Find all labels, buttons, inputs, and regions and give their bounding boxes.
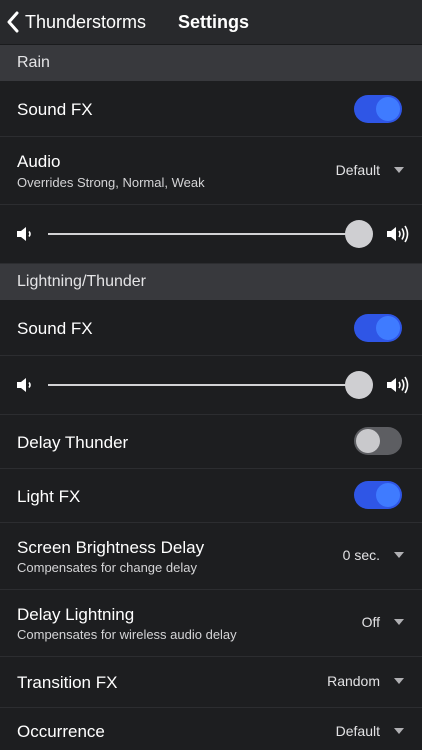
volume-low-icon bbox=[17, 227, 31, 241]
rain-volume-track[interactable] bbox=[48, 233, 360, 235]
caret-down-icon bbox=[394, 678, 404, 684]
delay-lightning-select[interactable]: Off bbox=[362, 614, 404, 630]
row-light-fx: Light FX bbox=[0, 469, 422, 523]
lightning-volume-track[interactable] bbox=[48, 384, 360, 386]
row-label: Light FX bbox=[17, 487, 81, 506]
back-button[interactable]: Thunderstorms bbox=[6, 8, 146, 36]
toggle-knob bbox=[376, 316, 400, 340]
row-occurrence[interactable]: Occurrence Default bbox=[0, 708, 422, 750]
row-label: Sound FX bbox=[17, 100, 93, 119]
select-value: Default bbox=[335, 162, 380, 178]
row-label: Sound FX bbox=[17, 319, 93, 338]
row-subtitle: Compensates for wireless audio delay bbox=[17, 627, 237, 642]
caret-down-icon bbox=[394, 167, 404, 173]
caret-down-icon bbox=[394, 728, 404, 734]
select-value: Random bbox=[327, 673, 380, 689]
light-fx-toggle[interactable] bbox=[354, 481, 402, 509]
select-value: 0 sec. bbox=[342, 547, 380, 563]
transition-fx-select[interactable]: Random bbox=[327, 673, 404, 689]
rain-sound-fx-toggle[interactable] bbox=[354, 95, 402, 123]
row-subtitle: Compensates for change delay bbox=[17, 560, 197, 575]
rain-audio-select[interactable]: Default bbox=[336, 162, 404, 178]
page-title: Settings bbox=[178, 12, 250, 32]
volume-high-icon bbox=[387, 376, 409, 394]
volume-high-icon bbox=[387, 225, 409, 243]
row-lightning-sound-fx: Sound FX bbox=[0, 300, 422, 356]
chevron-left-icon bbox=[7, 11, 19, 33]
row-screen-brightness-delay[interactable]: Screen Brightness Delay Compensates for … bbox=[0, 523, 422, 590]
toggle-knob bbox=[356, 429, 380, 453]
row-label: Delay Thunder bbox=[17, 433, 129, 452]
section-title: Lightning/Thunder bbox=[17, 273, 146, 290]
row-delay-lightning[interactable]: Delay Lightning Compensates for wireless… bbox=[0, 590, 422, 657]
row-delay-thunder: Delay Thunder bbox=[0, 415, 422, 469]
row-rain-audio[interactable]: Audio Overrides Strong, Normal, Weak Def… bbox=[0, 137, 422, 205]
row-label: Transition FX bbox=[17, 673, 118, 692]
lightning-sound-fx-toggle[interactable] bbox=[354, 314, 402, 342]
caret-down-icon bbox=[394, 619, 404, 625]
select-value: Default bbox=[335, 723, 380, 739]
section-header-lightning: Lightning/Thunder bbox=[0, 264, 422, 300]
row-lightning-volume bbox=[0, 356, 422, 415]
section-header-rain: Rain bbox=[0, 45, 422, 81]
row-rain-sound-fx: Sound FX bbox=[0, 81, 422, 137]
select-value: Off bbox=[361, 614, 380, 630]
back-label: Thunderstorms bbox=[25, 11, 147, 32]
section-title: Rain bbox=[17, 54, 50, 71]
toggle-knob bbox=[376, 97, 400, 121]
lightning-volume-slider[interactable] bbox=[345, 371, 373, 399]
screen-brightness-delay-select[interactable]: 0 sec. bbox=[343, 547, 404, 563]
row-rain-volume bbox=[0, 205, 422, 264]
row-label: Screen Brightness Delay bbox=[17, 538, 205, 557]
delay-thunder-toggle[interactable] bbox=[354, 427, 402, 455]
occurrence-select[interactable]: Default bbox=[336, 723, 404, 739]
rain-volume-slider[interactable] bbox=[345, 220, 373, 248]
row-transition-fx[interactable]: Transition FX Random bbox=[0, 657, 422, 708]
volume-low-icon bbox=[17, 378, 31, 392]
row-label: Occurrence bbox=[17, 722, 105, 741]
toggle-knob bbox=[376, 483, 400, 507]
navigation-bar: Thunderstorms Settings bbox=[0, 0, 422, 45]
caret-down-icon bbox=[394, 552, 404, 558]
row-subtitle: Overrides Strong, Normal, Weak bbox=[17, 175, 205, 190]
row-label: Audio bbox=[17, 152, 61, 171]
row-label: Delay Lightning bbox=[17, 605, 135, 624]
